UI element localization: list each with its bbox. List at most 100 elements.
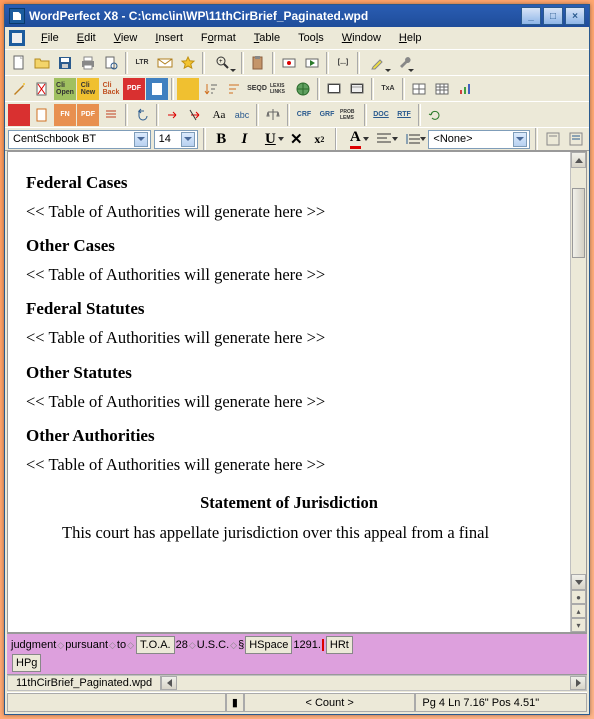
- refresh-button[interactable]: [424, 104, 446, 126]
- font-color-button[interactable]: A: [342, 129, 368, 149]
- macro-play-button[interactable]: [301, 52, 323, 74]
- save-button[interactable]: [54, 52, 76, 74]
- txa-button[interactable]: TxA: [377, 78, 399, 100]
- scroll-thumb[interactable]: [572, 188, 585, 258]
- red-pdf-button[interactable]: PDF: [123, 78, 145, 100]
- menu-tools[interactable]: Tools: [290, 30, 332, 46]
- lexis-button[interactable]: LEXIS LINKS: [269, 78, 291, 100]
- print-preview-button[interactable]: [100, 52, 122, 74]
- title-bar[interactable]: WordPerfect X8 - C:\cmc\in\WP\11thCirBri…: [5, 5, 589, 27]
- list-button[interactable]: [100, 104, 122, 126]
- menu-help[interactable]: Help: [391, 30, 430, 46]
- style-edit-button[interactable]: [543, 129, 563, 149]
- doc-tab[interactable]: 11thCirBrief_Paginated.wpd: [8, 676, 161, 690]
- code-toa[interactable]: T.O.A.: [136, 636, 175, 654]
- minimize-button[interactable]: _: [521, 7, 541, 25]
- font-size-combo[interactable]: 14: [154, 130, 199, 149]
- scroll-down-button[interactable]: [571, 574, 586, 590]
- seqd-button[interactable]: SEQD: [246, 78, 268, 100]
- menu-table[interactable]: Table: [246, 30, 288, 46]
- menu-edit[interactable]: Edit: [69, 30, 104, 46]
- reveal-codes-button[interactable]: [...]: [332, 52, 354, 74]
- doc-tool-button[interactable]: [146, 78, 168, 100]
- style-list-button[interactable]: [566, 129, 586, 149]
- sort-tool-2-button[interactable]: [223, 78, 245, 100]
- code-hspace[interactable]: HSpace: [245, 636, 292, 654]
- screen2-button[interactable]: [346, 78, 368, 100]
- fn-button[interactable]: FN: [54, 104, 76, 126]
- delete-button[interactable]: [31, 78, 53, 100]
- status-position[interactable]: Pg 4 Ln 7.16" Pos 4.51": [415, 693, 587, 712]
- maximize-button[interactable]: □: [543, 7, 563, 25]
- grf-button[interactable]: GRF: [316, 104, 338, 126]
- favorite-button[interactable]: [177, 52, 199, 74]
- scroll-track[interactable]: [571, 168, 586, 574]
- code-hpg[interactable]: HPg: [12, 654, 41, 672]
- menu-format[interactable]: Format: [193, 30, 244, 46]
- code-hrt[interactable]: HRt: [326, 636, 353, 654]
- zoom-button[interactable]: +: [208, 52, 238, 74]
- doc-menu-icon[interactable]: [9, 30, 25, 46]
- ltr-button[interactable]: LTR: [131, 52, 153, 74]
- wizard-button[interactable]: [8, 78, 30, 100]
- bold-button[interactable]: B: [211, 129, 231, 149]
- rtf-button[interactable]: RTF: [393, 104, 415, 126]
- browse-object-button[interactable]: ●: [571, 590, 586, 604]
- balance-button[interactable]: [262, 104, 284, 126]
- red-btn-1[interactable]: [8, 104, 30, 126]
- doc-format-button[interactable]: DOC: [370, 104, 392, 126]
- pdf-btn-2[interactable]: PDF: [77, 104, 99, 126]
- ylw-tool-1[interactable]: [177, 78, 199, 100]
- table-button[interactable]: [408, 78, 430, 100]
- hscroll-track[interactable]: [177, 676, 570, 690]
- prob-button[interactable]: PROB LEMS: [339, 104, 361, 126]
- status-general[interactable]: [7, 693, 226, 712]
- clipboard-button[interactable]: [247, 52, 269, 74]
- line-spacing-button[interactable]: [400, 129, 426, 149]
- tool-options-button[interactable]: [394, 52, 416, 74]
- no-format-button[interactable]: ✕: [286, 129, 306, 149]
- spell-button[interactable]: abc: [231, 104, 253, 126]
- document-body[interactable]: Federal Cases << Table of Authorities wi…: [8, 152, 570, 632]
- status-count[interactable]: < Count >: [244, 693, 416, 712]
- highlight-button[interactable]: [363, 52, 393, 74]
- undo-button[interactable]: [131, 104, 153, 126]
- menu-view[interactable]: View: [106, 30, 146, 46]
- next-page-button[interactable]: ▾: [571, 618, 586, 632]
- cli-open-button[interactable]: CliOpen: [54, 78, 76, 100]
- prev-page-button[interactable]: ▴: [571, 604, 586, 618]
- xarrow-button[interactable]: [185, 104, 207, 126]
- macro-record-button[interactable]: [278, 52, 300, 74]
- scroll-up-button[interactable]: [571, 152, 586, 168]
- print-button[interactable]: [77, 52, 99, 74]
- case-button[interactable]: Aa: [208, 104, 230, 126]
- hscroll-left-button[interactable]: [161, 676, 177, 690]
- italic-button[interactable]: I: [234, 129, 254, 149]
- hscroll-right-button[interactable]: [570, 676, 586, 690]
- cli-new-button[interactable]: CliNew: [77, 78, 99, 100]
- superscript-button[interactable]: x2: [309, 129, 329, 149]
- crf-button[interactable]: CRF: [293, 104, 315, 126]
- globe-button[interactable]: [292, 78, 314, 100]
- menu-file[interactable]: File: [33, 30, 67, 46]
- screen-button[interactable]: [323, 78, 345, 100]
- arrow-button[interactable]: [162, 104, 184, 126]
- font-combo[interactable]: CentSchbook BT: [8, 130, 151, 149]
- chart-button[interactable]: [454, 78, 476, 100]
- orange-doc-button[interactable]: [31, 104, 53, 126]
- grid-button[interactable]: [431, 78, 453, 100]
- menu-window[interactable]: Window: [334, 30, 389, 46]
- style-combo[interactable]: <None>: [428, 130, 529, 149]
- new-doc-button[interactable]: [8, 52, 30, 74]
- cli-back-button[interactable]: CliBack: [100, 78, 122, 100]
- vertical-scrollbar[interactable]: ● ▴ ▾: [570, 152, 586, 632]
- envelope-button[interactable]: [154, 52, 176, 74]
- close-button[interactable]: ×: [565, 7, 585, 25]
- reveal-codes-pane[interactable]: judgment◇pursuant◇to◇T.O.A.28◇U.S.C.◇§HS…: [7, 633, 587, 675]
- sort-tool-button[interactable]: [200, 78, 222, 100]
- underline-button[interactable]: U: [258, 129, 284, 149]
- align-button[interactable]: [371, 129, 397, 149]
- open-button[interactable]: [31, 52, 53, 74]
- menu-insert[interactable]: Insert: [147, 30, 191, 46]
- status-insert-mode[interactable]: ▮: [226, 693, 244, 712]
